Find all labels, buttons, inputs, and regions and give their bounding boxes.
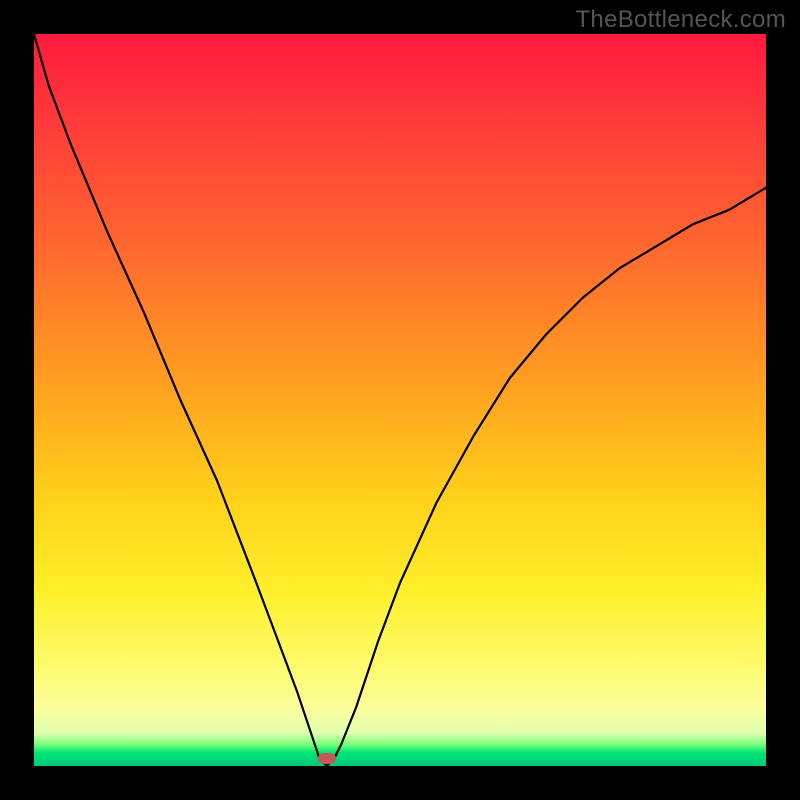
- chart-frame: TheBottleneck.com: [0, 0, 800, 800]
- plot-area: [34, 34, 766, 766]
- bottleneck-curve: [34, 34, 766, 766]
- curve-layer: [34, 34, 766, 766]
- optimum-marker: [318, 753, 336, 764]
- watermark-text: TheBottleneck.com: [575, 6, 786, 34]
